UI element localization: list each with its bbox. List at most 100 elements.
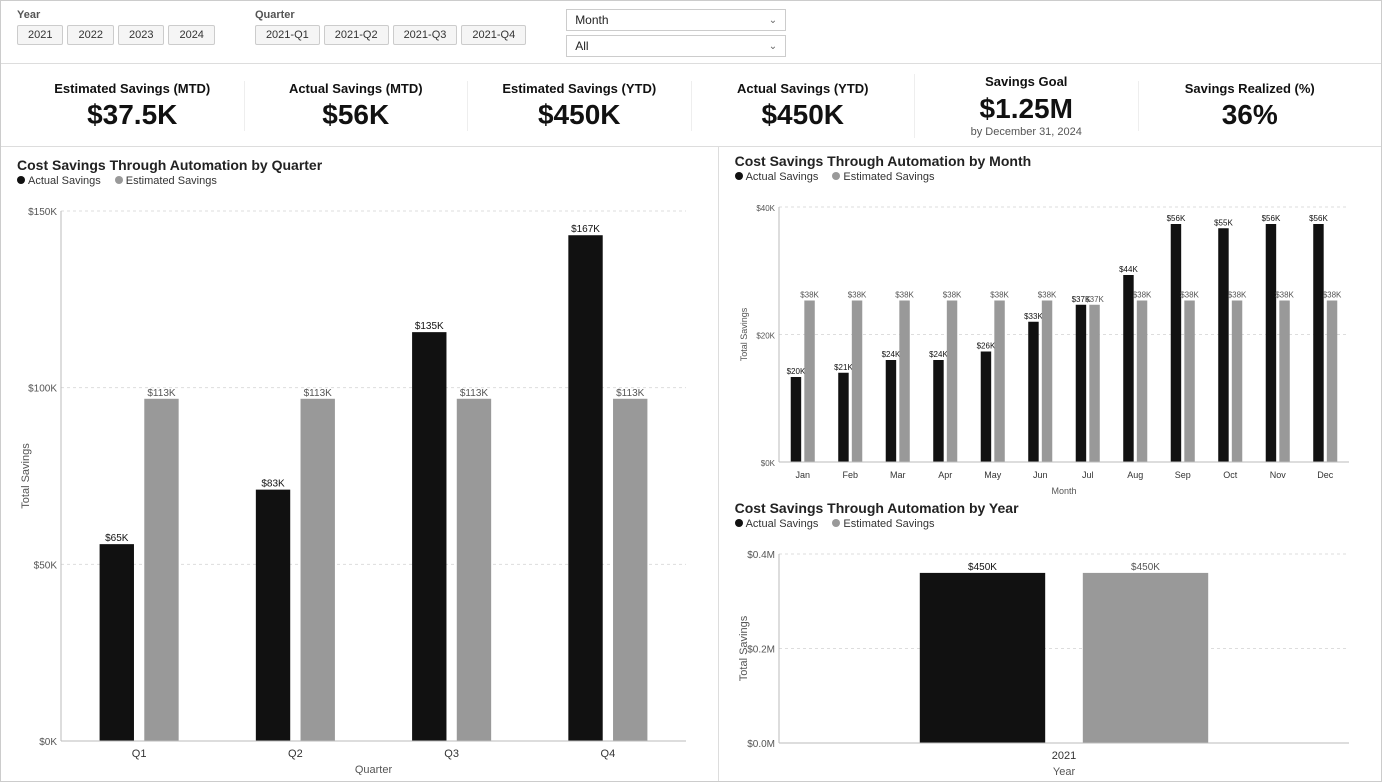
svg-text:Nov: Nov bbox=[1269, 470, 1286, 480]
kpi-card-5: Savings Realized (%)36% bbox=[1138, 81, 1362, 132]
svg-text:$44K: $44K bbox=[1119, 265, 1138, 274]
svg-text:$56K: $56K bbox=[1166, 214, 1185, 223]
yearly-chart-panel: Cost Savings Through Automation by Year … bbox=[735, 500, 1365, 777]
quarterly-chart-legend: Actual Savings Estimated Savings bbox=[17, 175, 702, 187]
svg-text:$135K: $135K bbox=[415, 321, 444, 332]
monthly-legend-actual: Actual Savings bbox=[735, 171, 819, 183]
yearly-legend-estimated: Estimated Savings bbox=[832, 518, 934, 530]
yearly-chart-legend: Actual Savings Estimated Savings bbox=[735, 518, 1365, 530]
month-filter-group: Month ⌄ All ⌄ bbox=[566, 9, 786, 57]
kpi-title-3: Actual Savings (YTD) bbox=[702, 81, 905, 98]
year-filter-buttons: 2021202220232024 bbox=[17, 25, 215, 45]
svg-text:$65K: $65K bbox=[105, 533, 129, 544]
kpi-card-3: Actual Savings (YTD)$450K bbox=[691, 81, 915, 132]
svg-text:$0K: $0K bbox=[39, 737, 57, 748]
svg-text:2021: 2021 bbox=[1051, 750, 1075, 762]
quarterly-legend-estimated: Estimated Savings bbox=[115, 175, 217, 187]
svg-text:$113K: $113K bbox=[147, 388, 176, 399]
svg-text:$38K: $38K bbox=[1180, 290, 1199, 299]
svg-text:$150K: $150K bbox=[28, 207, 57, 218]
year-filter-label: Year bbox=[17, 9, 215, 21]
svg-text:$38K: $38K bbox=[1275, 290, 1294, 299]
yearly-chart-title: Cost Savings Through Automation by Year bbox=[735, 500, 1365, 516]
year-btn-2021[interactable]: 2021 bbox=[17, 25, 63, 45]
svg-text:Jan: Jan bbox=[795, 470, 810, 480]
chevron-down-icon-2: ⌄ bbox=[769, 41, 777, 52]
kpi-subtitle-4: by December 31, 2024 bbox=[925, 126, 1128, 138]
svg-text:Jul: Jul bbox=[1082, 470, 1094, 480]
right-charts-panel: Cost Savings Through Automation by Month… bbox=[719, 147, 1381, 781]
svg-text:$38K: $38K bbox=[1132, 290, 1151, 299]
svg-text:$167K: $167K bbox=[571, 224, 600, 235]
svg-text:$56K: $56K bbox=[1309, 214, 1328, 223]
svg-text:$100K: $100K bbox=[28, 384, 57, 395]
quarter-btn-2021-Q4[interactable]: 2021-Q4 bbox=[461, 25, 526, 45]
chevron-down-icon: ⌄ bbox=[769, 15, 777, 26]
svg-text:Q3: Q3 bbox=[444, 748, 459, 760]
quarter-btn-2021-Q3[interactable]: 2021-Q3 bbox=[393, 25, 458, 45]
quarter-btn-2021-Q2[interactable]: 2021-Q2 bbox=[324, 25, 389, 45]
svg-text:Apr: Apr bbox=[938, 470, 952, 480]
svg-text:Aug: Aug bbox=[1127, 470, 1143, 480]
year-btn-2024[interactable]: 2024 bbox=[168, 25, 214, 45]
svg-text:$20K: $20K bbox=[756, 331, 775, 340]
kpi-card-4: Savings Goal $1.25Mby December 31, 2024 bbox=[914, 74, 1138, 138]
kpi-card-1: Actual Savings (MTD)$56K bbox=[244, 81, 468, 132]
svg-text:$24K: $24K bbox=[929, 350, 948, 359]
svg-text:$450K: $450K bbox=[1131, 562, 1160, 573]
svg-text:Mar: Mar bbox=[890, 470, 906, 480]
svg-text:$38K: $38K bbox=[895, 290, 914, 299]
svg-text:Jun: Jun bbox=[1033, 470, 1048, 480]
kpi-title-5: Savings Realized (%) bbox=[1149, 81, 1352, 98]
svg-text:$0K: $0K bbox=[760, 459, 775, 468]
svg-text:$450K: $450K bbox=[968, 562, 997, 573]
svg-text:Quarter: Quarter bbox=[355, 764, 393, 775]
monthly-bar-chart: Total Savings$0K$20K$40K$20K$38KJan$21K$… bbox=[735, 187, 1365, 496]
svg-text:Q2: Q2 bbox=[288, 748, 303, 760]
quarter-filter-label: Quarter bbox=[255, 9, 526, 21]
svg-text:$83K: $83K bbox=[261, 479, 285, 490]
kpi-card-0: Estimated Savings (MTD)$37.5K bbox=[21, 81, 244, 132]
kpi-value-5: 36% bbox=[1149, 99, 1352, 131]
filter-bar: Year 2021202220232024 Quarter 2021-Q1202… bbox=[1, 1, 1381, 64]
svg-text:Year: Year bbox=[1052, 766, 1075, 777]
kpi-value-4: $1.25M bbox=[925, 93, 1128, 125]
svg-text:Dec: Dec bbox=[1317, 470, 1334, 480]
kpi-title-4: Savings Goal bbox=[925, 74, 1128, 91]
kpi-title-1: Actual Savings (MTD) bbox=[255, 81, 458, 98]
svg-text:$50K: $50K bbox=[34, 560, 58, 571]
quarterly-chart-panel: Cost Savings Through Automation by Quart… bbox=[1, 147, 719, 781]
kpi-value-2: $450K bbox=[478, 99, 681, 131]
yearly-bar-chart: Total Savings$0.0M$0.2M$0.4M$450K$450K20… bbox=[735, 534, 1365, 777]
year-filter-group: Year 2021202220232024 bbox=[17, 9, 215, 45]
dashboard: Year 2021202220232024 Quarter 2021-Q1202… bbox=[0, 0, 1382, 782]
quarter-btn-2021-Q1[interactable]: 2021-Q1 bbox=[255, 25, 320, 45]
svg-text:Sep: Sep bbox=[1174, 470, 1190, 480]
kpi-title-0: Estimated Savings (MTD) bbox=[31, 81, 234, 98]
svg-text:May: May bbox=[984, 470, 1002, 480]
monthly-chart-title: Cost Savings Through Automation by Month bbox=[735, 153, 1365, 169]
yearly-legend-actual: Actual Savings bbox=[735, 518, 819, 530]
year-btn-2022[interactable]: 2022 bbox=[67, 25, 113, 45]
svg-text:$26K: $26K bbox=[976, 341, 995, 350]
svg-text:$40K: $40K bbox=[756, 204, 775, 213]
quarter-filter-group: Quarter 2021-Q12021-Q22021-Q32021-Q4 bbox=[255, 9, 526, 45]
svg-text:$113K: $113K bbox=[616, 388, 645, 399]
monthly-legend-estimated: Estimated Savings bbox=[832, 171, 934, 183]
svg-text:$113K: $113K bbox=[304, 388, 333, 399]
month-dropdown-bottom[interactable]: All ⌄ bbox=[566, 35, 786, 57]
year-btn-2023[interactable]: 2023 bbox=[118, 25, 164, 45]
svg-text:$38K: $38K bbox=[1037, 290, 1056, 299]
quarterly-chart-title: Cost Savings Through Automation by Quart… bbox=[17, 157, 702, 173]
month-dropdown-top-label: Month bbox=[575, 13, 608, 27]
month-dropdown-bottom-label: All bbox=[575, 39, 588, 53]
svg-text:$38K: $38K bbox=[847, 290, 866, 299]
svg-text:Feb: Feb bbox=[842, 470, 858, 480]
month-dropdown-top[interactable]: Month ⌄ bbox=[566, 9, 786, 31]
monthly-chart-panel: Cost Savings Through Automation by Month… bbox=[735, 153, 1365, 496]
quarter-filter-buttons: 2021-Q12021-Q22021-Q32021-Q4 bbox=[255, 25, 526, 45]
kpi-card-2: Estimated Savings (YTD)$450K bbox=[467, 81, 691, 132]
quarterly-bar-chart: Total Savings$0K$50K$100K$150K$65K$113KQ… bbox=[17, 191, 702, 775]
monthly-chart-legend: Actual Savings Estimated Savings bbox=[735, 171, 1365, 183]
kpi-value-0: $37.5K bbox=[31, 99, 234, 131]
